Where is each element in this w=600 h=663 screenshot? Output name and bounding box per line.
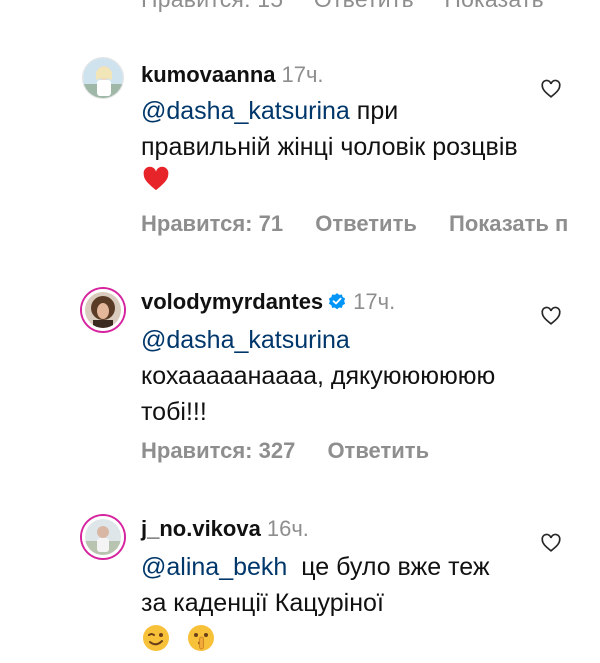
comment-actions: Нравится: 327 Ответить xyxy=(141,438,455,464)
red-heart-icon xyxy=(141,165,171,203)
reply-button[interactable]: Ответить xyxy=(315,211,417,236)
comment-header: kumovaanna 17ч. xyxy=(141,62,324,88)
show-translation-button[interactable]: Показать xyxy=(444,0,543,12)
like-heart-icon[interactable] xyxy=(540,305,562,327)
comment-header: volodymyrdantes 17ч. xyxy=(141,289,395,315)
verified-badge-icon xyxy=(329,293,346,310)
username[interactable]: volodymyrdantes xyxy=(141,289,323,314)
like-count[interactable]: Нравится: 71 xyxy=(141,211,283,236)
comment-text: @alina_bekh це було вже теж за каденції … xyxy=(141,549,511,663)
shushing-face-icon xyxy=(186,623,216,663)
timestamp: 17ч. xyxy=(353,289,396,314)
like-count[interactable]: Нравится: 327 xyxy=(141,438,295,463)
reply-button[interactable]: Ответить xyxy=(314,0,414,12)
username[interactable]: j_no.vikova xyxy=(141,516,261,541)
like-count[interactable]: Нравится: 15 xyxy=(141,0,283,12)
comment-body: кохааааанаааа, дякуюююююю тобі!!! xyxy=(141,362,496,426)
previous-comment-actions: Нравится: 15 Ответить Показать xyxy=(141,0,568,13)
comment-actions: Нравится: 71 Ответить Показать п xyxy=(141,211,594,237)
like-heart-icon[interactable] xyxy=(540,78,562,100)
mention-link[interactable]: @dasha_katsurina xyxy=(141,322,521,358)
show-translation-button[interactable]: Показать п xyxy=(449,211,568,236)
comment-header: j_no.vikova 16ч. xyxy=(141,516,309,542)
winking-face-icon xyxy=(141,623,171,663)
avatar[interactable] xyxy=(82,516,124,558)
comment-text: @dasha_katsurina кохааааанаааа, дякуюююю… xyxy=(141,322,521,430)
timestamp: 17ч. xyxy=(281,62,324,87)
comment-text: @dasha_katsurina при правильній жінці чо… xyxy=(141,93,521,203)
like-heart-icon[interactable] xyxy=(540,532,562,554)
reply-button[interactable]: Ответить xyxy=(327,438,429,463)
username[interactable]: kumovaanna xyxy=(141,62,276,87)
mention-link[interactable]: @alina_bekh xyxy=(141,553,287,581)
timestamp: 16ч. xyxy=(266,516,309,541)
mention-link[interactable]: @dasha_katsurina xyxy=(141,97,350,125)
avatar[interactable] xyxy=(82,289,124,331)
avatar[interactable] xyxy=(82,57,124,99)
